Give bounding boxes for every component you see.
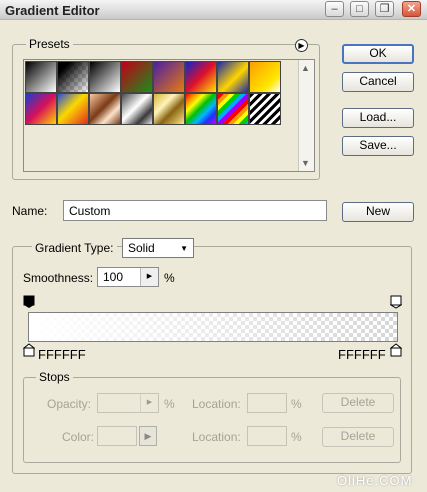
color-menu-button[interactable]: ▶ [139,426,157,446]
color-stop-right-icon [389,343,403,357]
opacity-stop-right[interactable] [389,295,403,309]
opacity-stop-left[interactable] [23,295,35,309]
load-button[interactable]: Load... [342,108,414,128]
scroll-down-icon[interactable]: ▼ [301,158,310,168]
preset-swatch-fill [154,94,184,124]
preset-swatch-grid [25,61,314,125]
title-bar[interactable]: Gradient Editor – □ ❐ ✕ [0,0,427,20]
chevron-down-icon: ▼ [180,244,188,253]
preset-swatch[interactable] [89,93,121,125]
minimize-button[interactable]: – [325,1,344,17]
opacity-location-unit: % [291,397,302,411]
minimize-icon: – [331,3,338,15]
preset-swatch-fill [218,62,248,92]
preset-swatch-fill [250,62,280,92]
opacity-stop-right-icon [389,295,403,309]
smoothness-value: 100 [103,270,124,284]
preset-swatch[interactable] [57,61,89,93]
name-label: Name: [12,204,48,218]
window-title: Gradient Editor [5,3,100,18]
preset-swatch[interactable] [153,93,185,125]
scroll-up-icon[interactable]: ▲ [301,63,310,73]
preset-swatch[interactable] [121,93,153,125]
preset-swatch-fill [154,62,184,92]
preset-swatch[interactable] [57,93,89,125]
gradient-preview-bar[interactable] [28,312,398,342]
color-stop-left[interactable] [22,343,36,357]
presets-scrollbar[interactable]: ▲ ▼ [298,60,314,171]
preset-swatch-fill [122,94,152,124]
gradient-type-label: Gradient Type: [32,241,117,255]
preset-swatch[interactable] [217,93,249,125]
gradient-fill [29,313,397,341]
name-input[interactable]: Custom [63,200,327,221]
preset-swatch[interactable] [249,61,281,93]
preset-swatch-fill [218,94,248,124]
cancel-button[interactable]: Cancel [342,72,414,92]
stops-legend: Stops [36,370,73,384]
preset-swatch[interactable] [153,61,185,93]
preset-swatch-fill [90,94,120,124]
right-color-value: FFFFFF [338,347,386,362]
name-value: Custom [69,204,111,218]
stops-group [23,377,401,463]
preset-swatch[interactable] [25,61,57,93]
close-icon: ✕ [406,3,417,15]
new-button[interactable]: New [342,202,414,222]
watermark: OliHe.COM [337,473,413,488]
preset-swatch-fill [26,62,56,92]
preset-swatch-fill [26,94,56,124]
arrow-circle-icon: ▶ [298,41,305,50]
smoothness-slider-icon[interactable]: ▶ [140,268,158,286]
preset-swatch-fill [186,94,216,124]
preset-swatch[interactable] [89,61,121,93]
opacity-location-label: Location: [192,397,241,411]
opacity-input[interactable]: ▶ [97,393,159,413]
color-location-label: Location: [192,430,241,444]
preset-swatch[interactable] [185,61,217,93]
gradient-type-select[interactable]: Solid ▼ [122,238,194,258]
maximize-icon: □ [356,3,363,15]
gradient-type-value: Solid [128,241,155,255]
color-stop-left-icon [22,343,36,357]
opacity-unit: % [164,397,175,411]
color-stop-right[interactable] [389,343,403,357]
smoothness-label: Smoothness: [23,271,94,285]
color-location-input[interactable] [247,426,287,446]
restore-icon: ❐ [379,3,390,15]
preset-swatch[interactable] [121,61,153,93]
left-color-value: FFFFFF [38,347,86,362]
presets-list[interactable]: ▲ ▼ [23,59,315,172]
save-button[interactable]: Save... [342,136,414,156]
ok-button[interactable]: OK [342,44,414,64]
preset-swatch-fill [250,94,280,124]
color-delete-button[interactable]: Delete [322,427,394,447]
preset-swatch-fill [122,62,152,92]
color-label: Color: [62,430,95,444]
preset-swatch[interactable] [25,93,57,125]
opacity-stop-left-icon [23,295,35,308]
maximize-button[interactable]: □ [350,1,369,17]
presets-menu-button[interactable]: ▶ [295,39,308,52]
opacity-slider-icon[interactable]: ▶ [140,394,158,412]
triangle-right-icon: ▶ [144,431,152,441]
preset-swatch-fill [90,62,120,92]
preset-swatch-fill [58,62,88,92]
preset-swatch[interactable] [185,93,217,125]
color-location-unit: % [291,430,302,444]
preset-swatch[interactable] [217,61,249,93]
opacity-label: Opacity: [47,397,92,411]
opacity-delete-button[interactable]: Delete [322,393,394,413]
presets-legend: Presets [26,37,73,51]
opacity-location-input[interactable] [247,393,287,413]
close-button[interactable]: ✕ [402,1,421,17]
smoothness-percent: % [164,271,175,285]
preset-swatch-fill [186,62,216,92]
color-swatch[interactable] [97,426,137,446]
preset-swatch-fill [58,94,88,124]
preset-swatch[interactable] [249,93,281,125]
smoothness-input[interactable]: 100 ▶ [97,267,159,287]
restore-button[interactable]: ❐ [375,1,394,17]
